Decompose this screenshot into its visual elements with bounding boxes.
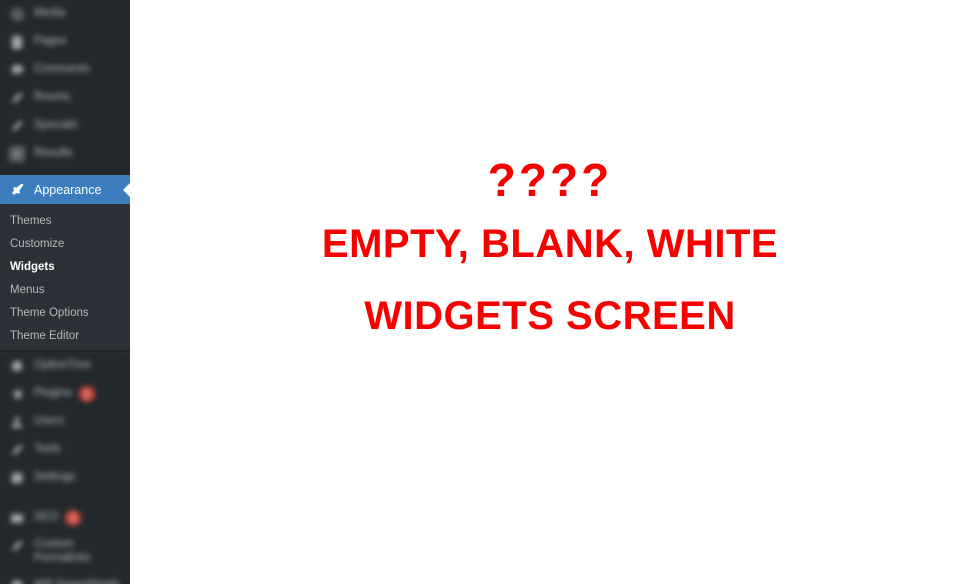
submenu-item-widgets[interactable]: Widgets xyxy=(0,256,130,279)
sidebar-item-rooms[interactable]: Rooms xyxy=(0,84,130,112)
plug-icon xyxy=(8,385,26,403)
sidebar-item-settings[interactable]: Settings xyxy=(0,464,130,492)
sidebar-item-specials[interactable]: Specials xyxy=(0,112,130,140)
sidebar-item-pages[interactable]: Pages xyxy=(0,28,130,56)
sidebar-item-label: Tools xyxy=(34,443,61,456)
plugins-update-badge: 1 xyxy=(78,386,95,402)
sidebar-item-plugins[interactable]: Plugins 1 xyxy=(0,380,130,408)
sidebar-item-label: Pages xyxy=(34,35,67,48)
sidebar-item-results[interactable]: Results xyxy=(0,140,130,168)
gear-icon xyxy=(8,357,26,375)
sidebar-item-label: OptionTree xyxy=(34,359,92,372)
sidebar-item-label: Appearance xyxy=(34,182,102,197)
link-icon xyxy=(8,537,26,555)
sidebar-item-label: Media xyxy=(34,7,66,20)
tools-icon xyxy=(8,441,26,459)
sidebar-item-optiontree[interactable]: OptionTree xyxy=(0,352,130,380)
sidebar-item-label: Plugins xyxy=(34,387,72,400)
widgets-content-area: ???? EMPTY, BLANK, WHITE WIDGETS SCREEN xyxy=(130,0,970,584)
pencil-icon xyxy=(8,117,26,135)
settings-icon xyxy=(8,469,26,487)
sidebar-item-tools[interactable]: Tools xyxy=(0,436,130,464)
shield-icon xyxy=(8,577,26,584)
submenu-item-customize[interactable]: Customize xyxy=(0,233,130,256)
sidebar-item-appearance[interactable]: Appearance xyxy=(0,175,130,205)
callout-line-1: EMPTY, BLANK, WHITE xyxy=(321,222,779,266)
sidebar-item-comments[interactable]: Comments xyxy=(0,56,130,84)
submenu-item-theme-editor[interactable]: Theme Editor xyxy=(0,325,130,348)
admin-sidebar: Media Pages Comments Rooms Specials Resu… xyxy=(0,0,130,584)
sidebar-item-custom-permalinks[interactable]: Custom Permalinks xyxy=(0,532,130,572)
users-icon xyxy=(8,413,26,431)
widgets-screen: Media Pages Comments Rooms Specials Resu… xyxy=(0,0,970,584)
callout-question-marks: ???? xyxy=(487,154,613,206)
comments-icon xyxy=(8,61,26,79)
sidebar-item-label: Specials xyxy=(34,119,78,132)
sidebar-item-users[interactable]: Users xyxy=(0,408,130,436)
sidebar-item-label: SEO xyxy=(34,511,59,524)
submenu-item-theme-options[interactable]: Theme Options xyxy=(0,302,130,325)
sidebar-item-label: Custom Permalinks xyxy=(34,538,91,564)
appearance-submenu: Themes Customize Widgets Menus Theme Opt… xyxy=(0,204,130,356)
sidebar-item-seo[interactable]: SEO 1 xyxy=(0,504,130,532)
sidebar-item-label: Comments xyxy=(34,63,90,76)
sidebar-top-group: Media Pages Comments Rooms Specials Resu… xyxy=(0,0,130,168)
empty-screen-callout: ???? EMPTY, BLANK, WHITE WIDGETS SCREEN xyxy=(130,152,970,352)
sidebar-item-label: WP-SpamShield xyxy=(34,580,118,584)
pencil-icon xyxy=(8,89,26,107)
grid-icon xyxy=(8,145,26,163)
sidebar-bottom-group: OptionTree Plugins 1 Users Tools Setting… xyxy=(0,352,130,584)
appearance-brush-icon xyxy=(8,181,26,199)
media-icon xyxy=(8,5,26,23)
seo-alert-badge: 1 xyxy=(65,510,82,526)
current-menu-arrow-icon xyxy=(123,182,130,198)
sidebar-item-media[interactable]: Media xyxy=(0,0,130,28)
seo-icon xyxy=(8,509,26,527)
sidebar-item-wp-spamshield[interactable]: WP-SpamShield xyxy=(0,572,130,584)
callout-line-2: WIDGETS SCREEN xyxy=(364,294,736,338)
sidebar-item-label: Results xyxy=(34,147,73,160)
submenu-item-themes[interactable]: Themes xyxy=(0,210,130,233)
sidebar-item-label: Users xyxy=(34,415,65,428)
pages-icon xyxy=(8,33,26,51)
sidebar-item-label: Rooms xyxy=(34,91,71,104)
sidebar-item-label: Settings xyxy=(34,471,76,484)
submenu-item-menus[interactable]: Menus xyxy=(0,279,130,302)
